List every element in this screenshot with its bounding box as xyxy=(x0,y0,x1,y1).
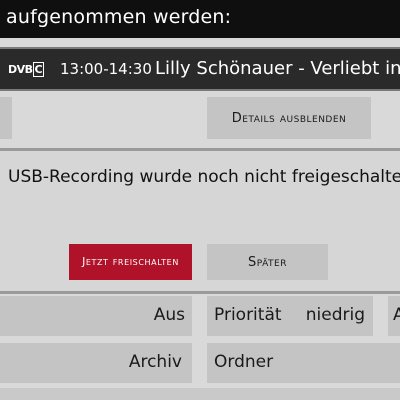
details-hide-button[interactable]: Details ausblenden xyxy=(207,97,371,139)
top-bar: aufgenommen werden: xyxy=(0,0,400,38)
recording-mode-value: Aus xyxy=(153,305,185,325)
program-time: 13:00-14:30 xyxy=(60,60,152,78)
priority-value: niedrig xyxy=(305,305,365,325)
dvbc-logo-icon: DVB C xyxy=(8,62,45,77)
recording-mode-cell[interactable]: Aus xyxy=(0,296,192,336)
archive-cell[interactable]: Archiv xyxy=(0,343,192,383)
epg-info-bar: DVB C 13:00-14:30 Lilly Schönauer - Verli… xyxy=(0,47,400,91)
cut-off-label: A xyxy=(393,305,400,325)
program-title: Lilly Schönauer - Verliebt in ein xyxy=(155,58,400,79)
priority-label: Priorität xyxy=(214,305,282,325)
archive-value: Archiv xyxy=(128,352,182,372)
folder-label: Ordner xyxy=(214,352,274,372)
bottom-strip xyxy=(0,388,400,400)
unlock-now-button[interactable]: Jetzt freischalten xyxy=(69,244,192,280)
priority-setting[interactable]: Priorität niedrig xyxy=(207,296,373,336)
cut-off-setting[interactable]: A xyxy=(388,296,400,336)
dialog-message: USB-Recording wurde noch nicht freigesch… xyxy=(8,167,400,187)
left-button-stub[interactable] xyxy=(0,97,12,139)
usb-recording-dialog: USB-Recording wurde noch nicht freigesch… xyxy=(0,148,400,294)
header-title: aufgenommen werden: xyxy=(6,6,232,28)
folder-setting[interactable]: Ordner xyxy=(207,343,400,383)
later-button[interactable]: Später xyxy=(207,244,328,280)
